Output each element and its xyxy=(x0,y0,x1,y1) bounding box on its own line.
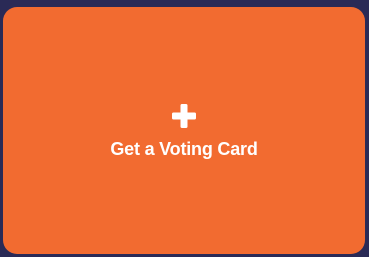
get-voting-card-button[interactable]: Get a Voting Card xyxy=(3,7,365,254)
card-label: Get a Voting Card xyxy=(110,139,258,159)
plus-icon xyxy=(172,104,196,128)
page-background: Get a Voting Card xyxy=(0,0,369,257)
